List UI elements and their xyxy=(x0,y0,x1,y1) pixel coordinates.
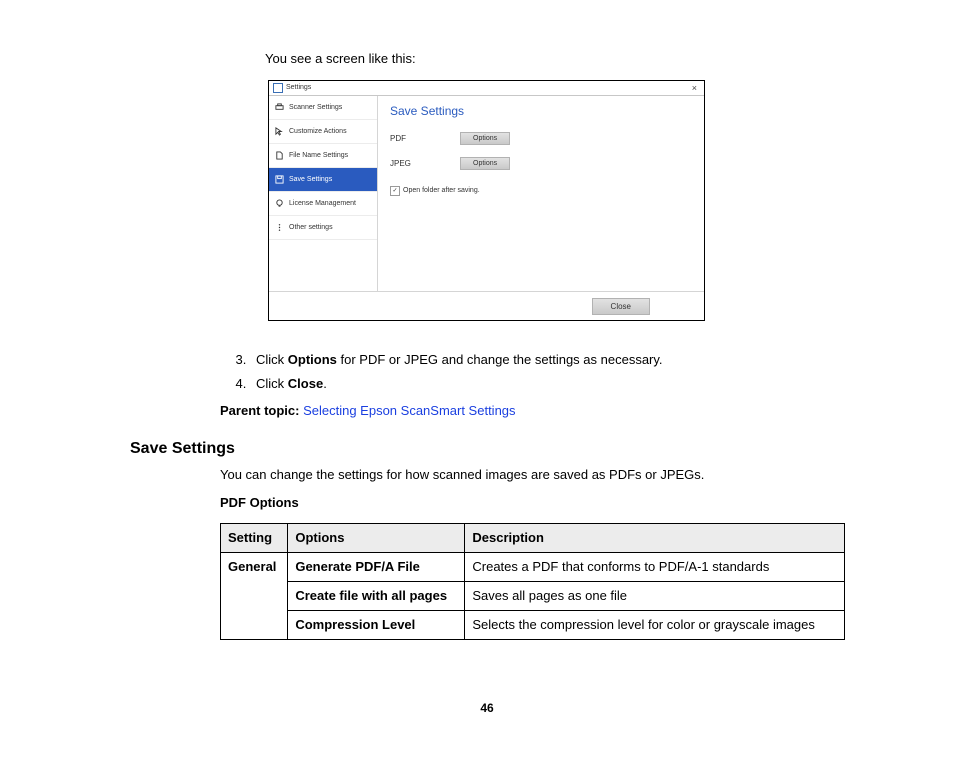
instruction-steps: Click Options for PDF or JPEG and change… xyxy=(220,351,844,393)
app-icon xyxy=(273,83,283,93)
sidebar-item-file-name-settings[interactable]: File Name Settings xyxy=(269,144,377,168)
sidebar-item-save-settings[interactable]: Save Settings xyxy=(269,168,377,192)
pdf-options-table: Setting Options Description General Gene… xyxy=(220,523,845,641)
dialog-footer: Close xyxy=(269,291,704,320)
settings-dialog: Settings × Scanner Settings Customize Ac… xyxy=(268,80,705,321)
jpeg-label: JPEG xyxy=(390,158,460,169)
jpeg-row: JPEG Options xyxy=(390,157,692,170)
save-icon xyxy=(275,175,284,184)
sidebar-item-license-management[interactable]: License Management xyxy=(269,192,377,216)
sidebar-item-label: Scanner Settings xyxy=(289,103,342,113)
sidebar-item-label: License Management xyxy=(289,199,356,209)
pdf-row: PDF Options xyxy=(390,132,692,145)
cell-description: Saves all pages as one file xyxy=(465,581,845,610)
parent-topic-label: Parent topic: xyxy=(220,403,303,418)
cell-option: Compression Level xyxy=(288,611,465,640)
cursor-icon xyxy=(275,127,284,136)
cell-option: Generate PDF/A File xyxy=(288,552,465,581)
sidebar-item-scanner-settings[interactable]: Scanner Settings xyxy=(269,96,377,120)
pdf-label: PDF xyxy=(390,133,460,144)
intro-text: You see a screen like this: xyxy=(265,50,844,68)
col-setting: Setting xyxy=(221,523,288,552)
sidebar-item-label: File Name Settings xyxy=(289,151,348,161)
col-description: Description xyxy=(465,523,845,552)
sidebar-item-other-settings[interactable]: Other settings xyxy=(269,216,377,240)
col-options: Options xyxy=(288,523,465,552)
dialog-titlebar: Settings × xyxy=(269,81,704,96)
cell-setting: General xyxy=(221,552,288,640)
dots-icon xyxy=(275,223,284,232)
bulb-icon xyxy=(275,199,284,208)
step-4: Click Close. xyxy=(250,375,844,393)
file-icon xyxy=(275,151,284,160)
dialog-title: Settings xyxy=(286,83,311,93)
page-number: 46 xyxy=(130,700,844,717)
printer-icon xyxy=(275,103,284,112)
table-header-row: Setting Options Description xyxy=(221,523,845,552)
cell-description: Selects the compression level for color … xyxy=(465,611,845,640)
window-close-icon[interactable]: × xyxy=(689,82,700,95)
settings-main-pane: Save Settings PDF Options JPEG Options ✓… xyxy=(378,96,704,291)
section-heading: Save Settings xyxy=(130,438,844,460)
close-button[interactable]: Close xyxy=(592,298,650,315)
step-3: Click Options for PDF or JPEG and change… xyxy=(250,351,844,369)
table-row: Create file with all pages Saves all pag… xyxy=(221,581,845,610)
cell-option: Create file with all pages xyxy=(288,581,465,610)
pdf-options-button[interactable]: Options xyxy=(460,132,510,145)
section-intro: You can change the settings for how scan… xyxy=(220,466,844,484)
table-row: Compression Level Selects the compressio… xyxy=(221,611,845,640)
pane-title: Save Settings xyxy=(390,103,692,120)
sidebar-item-label: Save Settings xyxy=(289,175,332,185)
table-row: General Generate PDF/A File Creates a PD… xyxy=(221,552,845,581)
checkbox-label: Open folder after saving. xyxy=(403,186,480,196)
parent-topic: Parent topic: Selecting Epson ScanSmart … xyxy=(220,402,844,420)
pdf-options-subheading: PDF Options xyxy=(220,494,844,512)
checkbox-icon: ✓ xyxy=(390,186,400,196)
sidebar-item-label: Customize Actions xyxy=(289,127,347,137)
sidebar-item-customize-actions[interactable]: Customize Actions xyxy=(269,120,377,144)
cell-description: Creates a PDF that conforms to PDF/A-1 s… xyxy=(465,552,845,581)
parent-topic-link[interactable]: Selecting Epson ScanSmart Settings xyxy=(303,403,515,418)
settings-dialog-screenshot: Settings × Scanner Settings Customize Ac… xyxy=(268,80,844,321)
settings-sidebar: Scanner Settings Customize Actions File … xyxy=(269,96,378,291)
sidebar-item-label: Other settings xyxy=(289,223,333,233)
open-folder-checkbox-row[interactable]: ✓ Open folder after saving. xyxy=(390,186,692,196)
jpeg-options-button[interactable]: Options xyxy=(460,157,510,170)
